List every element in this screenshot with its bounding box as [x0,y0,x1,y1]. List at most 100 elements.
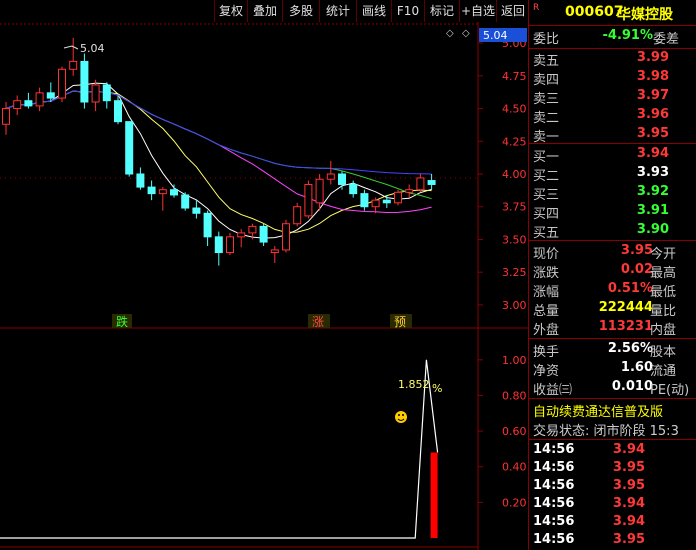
row-value: 1.60 [620,360,653,375]
smiley-eye [398,414,400,416]
row-label: 买三 [533,188,560,203]
row-label: 卖五 [533,54,560,69]
row-value: 3.94 [636,146,669,161]
buy-row: 买一 3.94 [529,146,696,165]
row-value: 0.02 [620,262,653,277]
candle-body [326,173,335,180]
statistics-button[interactable]: 统计 [319,0,356,22]
candle-body [416,177,425,191]
f10-button[interactable]: F10 [391,0,424,22]
candle-body [125,121,134,175]
candle-body [304,183,313,217]
price-tick-label: 3.50 [502,233,527,246]
row-label-2: 内盘 [650,323,677,338]
sell-row: 卖二 3.96 [529,107,696,126]
diamond-icon[interactable]: ◇ [462,28,470,39]
buy-row: 买五 3.90 [529,222,696,241]
row-label: 净资 [533,364,560,379]
mark-button[interactable]: 标记 [424,0,459,22]
fuquan-button[interactable]: 复权 [214,0,247,22]
row-label: 买二 [533,169,560,184]
sub-line [0,359,439,539]
row-value: 0.51% [607,281,653,296]
candle-body [203,212,212,238]
stat2-row: 收益㈢ 0.010 PE(动) [529,379,696,398]
buy-row: 买二 3.93 [529,165,696,184]
candle-body [69,60,78,70]
row-label: 卖三 [533,92,560,107]
stat2-row: 净资 1.60 流通 [529,360,696,379]
high-pointer [63,45,79,50]
tick-row: 14:56 3.94 [529,514,696,532]
moving-average-lines [5,82,432,239]
sub-value-label: 1.852 [398,378,430,391]
candle-body [24,100,33,107]
banner[interactable]: 自动续费通达信普及版 [529,401,696,420]
tick-price: 3.94 [612,442,645,457]
sell-row: 卖一 3.95 [529,126,696,145]
tick-time: 14:56 [533,496,575,511]
sub-bar [430,452,438,538]
candle-body [349,183,358,195]
row-label-2: 量比 [650,304,677,319]
price-tick-label: 3.00 [502,299,527,312]
wei-bi-row: 委比 -4.91% 委差 [533,28,680,47]
tick-row: 14:56 3.95 [529,532,696,550]
candle-body [192,207,201,214]
stat-row: 外盘 113231 内盘 [529,319,696,338]
back-button[interactable]: 返回 [496,0,529,22]
row-value: 3.96 [636,107,669,122]
candle-body [136,173,145,188]
overlay-button[interactable]: 叠加 [247,0,282,22]
stock-name[interactable]: 华媒控股 [617,4,673,24]
draw-line-button[interactable]: 画线 [356,0,391,22]
row-label-2: 股本 [650,345,677,360]
buy-row: 买三 3.92 [529,184,696,203]
row-label-2: 最低 [650,285,677,300]
candle-body [270,249,279,254]
sub-tick-label: 0.80 [502,389,527,402]
row-value: 113231 [598,319,653,334]
candle-body [91,84,100,103]
price-tick-label: 4.00 [502,168,527,181]
sub-tick-label: 0.60 [502,425,527,438]
kline-chart[interactable]: ◇ ◇ 5.004.754.504.254.003.753.503.253.00… [0,22,528,550]
candle-body [237,232,246,238]
multi-stock-button[interactable]: 多股 [282,0,319,22]
candle-body [371,199,380,208]
price-tick-label: 4.75 [502,70,527,83]
tick-price: 3.94 [612,514,645,529]
row-label: 买五 [533,226,560,241]
candle-body [158,189,167,195]
row-label: 总量 [533,304,560,319]
candle-body [282,223,290,251]
candles [2,37,436,266]
candle-body [170,189,178,196]
tick-time: 14:56 [533,532,575,547]
tick-time: 14:56 [533,478,575,493]
stat-row: 现价 3.95 今开 [529,243,696,262]
candle-body [58,68,66,99]
row-value: 3.98 [636,69,669,84]
row-label: 收益㈢ [533,383,573,398]
smiley-icon [395,411,407,423]
tick-time: 14:56 [533,442,575,457]
row-label: 买四 [533,207,560,222]
candle-body [147,186,156,195]
candle-body [2,108,10,125]
row-label: 卖二 [533,111,560,126]
add-favorite-button[interactable]: +自选 [459,0,496,22]
sub-tick-label: 0.20 [502,496,527,509]
ma5-line [5,82,432,239]
tick-price: 3.95 [612,532,645,547]
tick-time: 14:56 [533,460,575,475]
stat-row: 总量 222444 量比 [529,300,696,319]
diamond-icon[interactable]: ◇ [446,28,454,39]
tick-row: 14:56 3.94 [529,496,696,514]
candle-body [248,225,257,234]
sub-tick-label: 1.00 [502,354,527,367]
candle-body [382,199,391,204]
marker-die: 跌 [116,314,128,329]
candle-body [293,206,302,225]
candle-body [80,60,89,103]
